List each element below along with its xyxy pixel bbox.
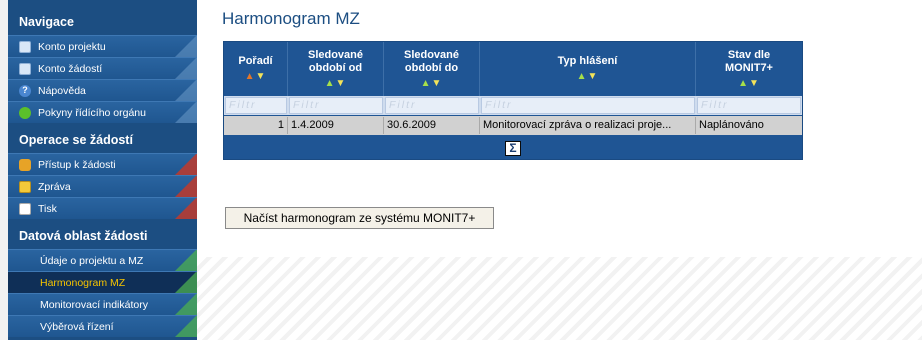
filter-input-stav[interactable]: Filtr (697, 97, 801, 114)
sort-arrows-icon[interactable]: ▲▼ (421, 77, 443, 90)
column-label: období do (404, 61, 459, 74)
filter-input-typ[interactable]: Filtr (481, 97, 695, 114)
cell-stav: Naplánováno (699, 119, 764, 131)
column-header-obdobi-do[interactable]: Sledované období do ▲▼ (384, 42, 480, 96)
sidebar: Navigace Konto projektu Konto žádostí ? … (0, 0, 197, 340)
sidebar-item-harmonogram[interactable]: Harmonogram MZ (8, 271, 197, 293)
corner-decoration (175, 250, 197, 271)
sidebar-item-label: Pokyny řídícího orgánu (38, 107, 146, 119)
print-icon (19, 203, 31, 215)
sidebar-item-pristup[interactable]: Přístup k žádosti (8, 153, 197, 175)
corner-decoration (175, 272, 197, 293)
sidebar-item-label: Harmonogram MZ (40, 277, 126, 289)
column-label: období od (308, 61, 363, 74)
column-label: Sledované (403, 48, 460, 61)
users-icon (19, 159, 31, 171)
corner-decoration (175, 102, 197, 123)
corner-decoration (175, 198, 197, 219)
filter-row: Filtr Filtr Filtr Filtr Filtr (224, 96, 802, 115)
cell-obdobi-do: 30.6.2009 (384, 117, 480, 134)
section-operace: Operace se žádostí (8, 128, 197, 152)
sidebar-item-label: Konto žádostí (38, 63, 103, 75)
corner-decoration (175, 80, 197, 101)
mail-icon (19, 181, 31, 193)
sidebar-item-konto-zadosti[interactable]: Konto žádostí (8, 57, 197, 79)
document-icon (19, 63, 31, 75)
help-icon: ? (19, 85, 31, 97)
sidebar-item-tisk[interactable]: Tisk (8, 197, 197, 219)
sidebar-item-udaje[interactable]: Údaje o projektu a MZ (8, 249, 197, 271)
sidebar-item-label: Přístup k žádosti (38, 159, 116, 171)
corner-decoration (175, 154, 197, 175)
page-title: Harmonogram MZ (222, 9, 360, 28)
column-label: Sledované (307, 48, 364, 61)
sidebar-item-zprava[interactable]: Zpráva (8, 175, 197, 197)
harmonogram-grid: Pořadí ▲▼ Sledované období od ▲▼ Sledova… (223, 41, 803, 160)
sort-arrows-icon[interactable]: ▲▼ (325, 77, 347, 90)
sidebar-item-napoveda[interactable]: ? Nápověda (8, 79, 197, 101)
column-header-obdobi-od[interactable]: Sledované období od ▲▼ (288, 42, 384, 96)
column-header-typ-hlaseni[interactable]: Typ hlášení ▲▼ (480, 42, 696, 96)
corner-decoration (175, 176, 197, 197)
sidebar-item-label: Výběrová řízení (40, 321, 114, 333)
sort-arrows-icon[interactable]: ▲▼ (245, 70, 267, 83)
cell-obdobi-od: 1.4.2009 (288, 117, 384, 134)
sidebar-item-vyberova[interactable]: Výběrová řízení (8, 315, 197, 337)
sidebar-item-label: Konto projektu (38, 41, 106, 53)
load-harmonogram-button[interactable]: Načíst harmonogram ze systému MONIT7+ (225, 207, 494, 229)
sort-arrows-icon[interactable]: ▲▼ (577, 70, 599, 83)
corner-decoration (175, 58, 197, 79)
filter-input-obdobi-do[interactable]: Filtr (385, 97, 479, 114)
sidebar-item-label: Monitorovací indikátory (40, 299, 148, 311)
corner-decoration (175, 294, 197, 315)
background-hatch (197, 257, 922, 340)
sidebar-item-konto-projektu[interactable]: Konto projektu (8, 35, 197, 57)
sort-arrows-icon[interactable]: ▲▼ (738, 77, 760, 90)
filter-input-obdobi-od[interactable]: Filtr (289, 97, 383, 114)
cell-poradi: 1 (224, 117, 288, 134)
column-header-poradi[interactable]: Pořadí ▲▼ (224, 42, 288, 96)
document-icon (19, 41, 31, 53)
sidebar-item-pokyny[interactable]: Pokyny řídícího orgánu (8, 101, 197, 123)
cell-typ-hlaseni: Monitorovací zpráva o realizaci proje... (480, 117, 696, 134)
smiley-icon (19, 107, 31, 119)
corner-decoration (175, 36, 197, 57)
sum-icon[interactable]: Σ (505, 141, 521, 156)
column-label: Pořadí (238, 55, 273, 67)
sidebar-item-label: Nápověda (38, 85, 86, 97)
column-header-stav[interactable]: Stav dle MONIT7+ ▲▼ (696, 42, 802, 96)
sidebar-item-monitorovaci[interactable]: Monitorovací indikátory (8, 293, 197, 315)
sidebar-item-label: Údaje o projektu a MZ (40, 255, 144, 267)
sidebar-item-label: Zpráva (38, 181, 71, 193)
corner-decoration (175, 316, 197, 337)
filter-input-poradi[interactable]: Filtr (225, 97, 287, 114)
section-datova-oblast: Datová oblast žádosti (8, 224, 197, 248)
column-label: Stav dle (727, 48, 771, 61)
column-label: MONIT7+ (725, 61, 773, 74)
column-label: Typ hlášení (557, 55, 618, 67)
sidebar-item-label: Tisk (38, 203, 57, 215)
section-navigace: Navigace (8, 10, 197, 34)
table-row[interactable]: 1 1.4.2009 30.6.2009 Monitorovací zpráva… (224, 116, 802, 135)
